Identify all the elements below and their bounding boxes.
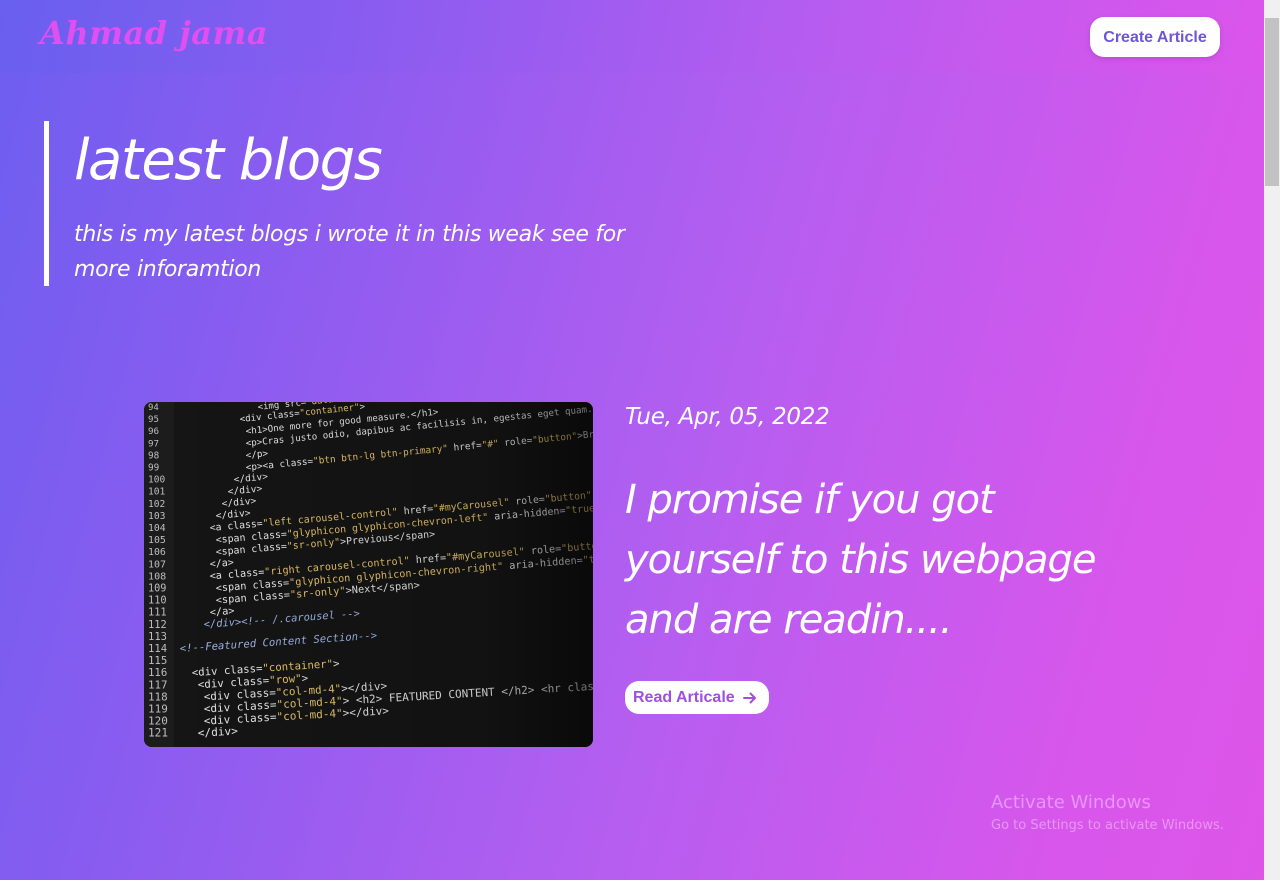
scrollbar-thumb[interactable] bbox=[1265, 18, 1279, 186]
read-article-button[interactable]: Read Articale bbox=[625, 681, 769, 714]
arrow-right-icon bbox=[742, 691, 757, 705]
post-date: Tue, Apr, 05, 2022 bbox=[625, 404, 830, 430]
read-article-label: Read Articale bbox=[633, 689, 735, 706]
code-screenshot: 94<img src="data:image/gif;base64,R0lGOD… bbox=[144, 402, 593, 747]
page-subtitle: this is my latest blogs i wrote it in th… bbox=[74, 222, 625, 282]
watermark-subtitle: Go to Settings to activate Windows. bbox=[991, 818, 1224, 833]
windows-activation-watermark: Activate Windows Go to Settings to activ… bbox=[991, 792, 1224, 837]
site-logo[interactable]: Ahmad jama bbox=[40, 14, 268, 52]
hero-section: latest blogs this is my latest blogs i w… bbox=[44, 121, 689, 286]
post-title[interactable]: I promise if you got yourself to this we… bbox=[625, 470, 1135, 650]
post-thumbnail-image[interactable]: 94<img src="data:image/gif;base64,R0lGOD… bbox=[144, 402, 593, 747]
navbar: Ahmad jama Create Article bbox=[0, 0, 1264, 73]
page-title: latest blogs bbox=[74, 128, 383, 193]
create-article-button[interactable]: Create Article bbox=[1090, 17, 1220, 57]
page: Ahmad jama Create Article latest blogs t… bbox=[0, 0, 1264, 880]
watermark-title: Activate Windows bbox=[991, 792, 1151, 813]
blog-post-card: 94<img src="data:image/gif;base64,R0lGOD… bbox=[144, 402, 1134, 747]
